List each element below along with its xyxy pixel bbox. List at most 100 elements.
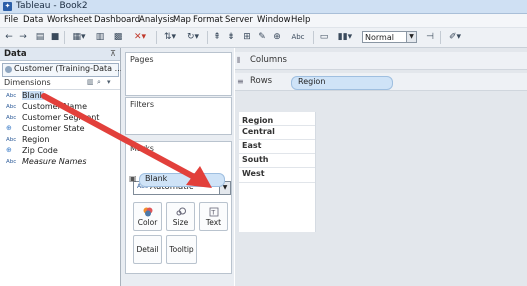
panel-collapse-icon[interactable]: ⊼ (110, 49, 116, 58)
table-row[interactable]: West (239, 167, 315, 183)
chevron-down-icon: ▼ (406, 32, 416, 42)
sort-ascending-icon[interactable]: ⇞ (211, 31, 223, 44)
presentation-icon[interactable]: ▭ (317, 31, 331, 44)
group-icon[interactable]: ⊞ (240, 31, 254, 44)
columns-shelf-label: Columns (250, 55, 287, 65)
highlight-icon[interactable]: ✎ (256, 31, 268, 44)
color-button-label: Color (137, 218, 158, 227)
table-row[interactable]: East (239, 139, 315, 154)
tooltip-button[interactable]: Tooltip (166, 235, 197, 264)
detail-button[interactable]: Detail (133, 235, 162, 264)
color-icon (143, 207, 153, 217)
labels-icon[interactable]: ⊕ (270, 31, 284, 44)
field-blank[interactable]: Abc Blank (6, 91, 45, 101)
menu-analysis[interactable]: Analysis (139, 15, 174, 25)
field-label: Blank (22, 91, 45, 100)
search-icon[interactable]: ⌕ (97, 78, 101, 87)
svg-text:T: T (210, 209, 215, 217)
row-label: West (242, 169, 265, 178)
pages-shelf[interactable]: Pages (125, 52, 232, 96)
marks-card: Marks Abc Automatic ▼ Color Size T Text … (125, 141, 232, 274)
field-customer-state[interactable]: ⊕ Customer State (6, 124, 85, 134)
menu-format[interactable]: Format (193, 15, 223, 25)
title-bar: ✦ Tableau - Book2 (0, 0, 527, 14)
show-mark-labels-icon[interactable]: Abc (287, 31, 309, 44)
text-mark-icon: ▣ (129, 174, 137, 183)
menu-file[interactable]: File (4, 15, 18, 25)
field-label: Region (22, 135, 50, 144)
dimensions-label: Dimensions (4, 78, 51, 87)
table-row[interactable]: South (239, 153, 315, 168)
menu-help[interactable]: Help (291, 15, 310, 25)
toolbar-divider (207, 31, 208, 44)
tableau-app-icon: ✦ (3, 2, 12, 11)
fit-dropdown[interactable]: Normal ▼ (362, 31, 417, 43)
marks-card-title: Marks (130, 144, 154, 153)
rows-icon: ≡ (237, 77, 244, 86)
datasource-name: Customer (Training-Data .... (14, 64, 125, 73)
toolbar: ← → ▤ ■ ▦▾ ▥ ▩ ✕▾ ⇅▾ ↻▾ ⇞ ⇟ ⊞ ✎ ⊕ Abc ▭ … (0, 28, 527, 48)
save-icon[interactable]: ■ (49, 31, 61, 44)
text-button[interactable]: T Text (199, 202, 228, 231)
toolbar-divider (440, 31, 441, 44)
globe-icon: ⊕ (6, 124, 12, 132)
field-label: Measure Names (22, 157, 87, 166)
chevron-down-icon[interactable]: ▾ (107, 78, 111, 86)
menu-map[interactable]: Map (173, 15, 191, 25)
datasource-item[interactable]: Customer (Training-Data .... (2, 63, 125, 77)
menu-dashboard[interactable]: Dashboard (94, 15, 140, 25)
datasource-icon (5, 66, 12, 73)
view-table: Region Central East South West (239, 112, 316, 232)
string-type-icon: Abc (6, 137, 17, 143)
refresh-icon[interactable]: ↻▾ (183, 31, 203, 44)
clear-sheet-icon[interactable]: ✕▾ (129, 31, 151, 44)
menu-server[interactable]: Server (225, 15, 253, 25)
field-zip-code[interactable]: ⊕ Zip Code (6, 146, 58, 156)
pages-shelf-title: Pages (130, 55, 154, 64)
text-icon: T (209, 207, 219, 217)
field-customer-name[interactable]: Abc Customer Name (6, 102, 87, 112)
field-customer-segment[interactable]: Abc Customer Segment (6, 113, 99, 123)
size-icon (176, 207, 186, 216)
toolbar-divider (156, 31, 157, 44)
size-button[interactable]: Size (166, 202, 195, 231)
pin-axis-icon[interactable]: ⊣ (423, 31, 437, 44)
new-worksheet-icon[interactable]: ▦▾ (68, 31, 90, 44)
filters-shelf[interactable]: Filters (125, 97, 232, 135)
string-type-icon: Abc (6, 104, 17, 110)
filters-shelf-title: Filters (130, 100, 154, 109)
menu-window[interactable]: Window (257, 15, 291, 25)
swap-icon[interactable]: ⇅▾ (160, 31, 180, 44)
table-header: Region (242, 116, 274, 125)
tooltip-button-label: Tooltip (169, 245, 194, 254)
menu-data[interactable]: Data (23, 15, 43, 25)
menu-worksheet[interactable]: Worksheet (47, 15, 92, 25)
sort-descending-icon[interactable]: ⇟ (225, 31, 237, 44)
view-area: ⦀ Columns ≡ Rows Region Region Central E… (235, 48, 527, 286)
toolbar-divider (64, 31, 65, 44)
field-label: Customer State (22, 124, 85, 133)
field-label: Zip Code (22, 146, 58, 155)
text-field-pill[interactable]: Blank (139, 173, 225, 187)
field-label: Customer Name (22, 102, 88, 111)
columns-shelf[interactable]: ⦀ Columns (235, 52, 527, 70)
back-arrow-icon[interactable]: ← (3, 31, 15, 44)
field-measure-names[interactable]: Abc Measure Names (6, 157, 87, 167)
chart-type-icon[interactable]: ▩ (110, 31, 126, 44)
menu-bar: File Data Worksheet Dashboard Analysis M… (0, 14, 527, 28)
view-cards-icon[interactable]: ▥ (87, 78, 94, 86)
detail-button-label: Detail (136, 245, 159, 254)
window-title: Tableau - Book2 (16, 1, 88, 11)
fit-icon[interactable]: ▮▮▾ (333, 31, 357, 44)
duplicate-sheet-icon[interactable]: ▥ (94, 31, 106, 44)
region-pill[interactable]: Region (291, 76, 393, 90)
table-row[interactable]: Central (239, 125, 315, 140)
database-icon[interactable]: ▤ (34, 31, 46, 44)
globe-icon: ⊕ (6, 146, 12, 154)
color-button[interactable]: Color (133, 202, 162, 231)
pen-icon[interactable]: ✐▾ (444, 31, 466, 44)
forward-arrow-icon[interactable]: → (17, 31, 29, 44)
size-button-label: Size (172, 218, 189, 227)
field-region[interactable]: Abc Region (6, 135, 49, 145)
data-panel-title: Data (4, 49, 27, 59)
